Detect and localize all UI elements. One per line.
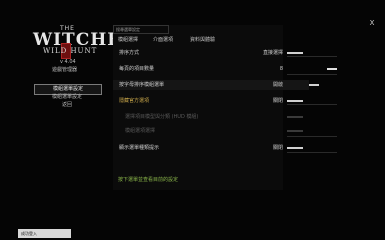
search-input[interactable]: 搜尋選單設定 [113, 25, 169, 34]
setting-value: 關閉 [272, 145, 283, 151]
divider [287, 152, 337, 153]
hint-text: 按下選單並查看目前的設定 [118, 177, 179, 183]
toast-notification: 成功登入 [18, 229, 71, 238]
sidebar: THE WITCHER WILD HUNT v 4.04 遊戲管理器 模組選單設… [0, 0, 135, 240]
setting-label: 顯示選單種類提示 [119, 145, 160, 151]
setting-row-sort[interactable]: 排序方式 直接選擇 [113, 48, 309, 58]
close-button[interactable]: X [366, 17, 378, 29]
setting-row-hide-official[interactable]: 隱藏官方選項 關閉 [113, 96, 309, 106]
app-subtitle: 遊戲管理器 [52, 67, 78, 73]
setting-slider[interactable] [309, 84, 319, 86]
setting-slider [287, 130, 303, 132]
setting-row-mod-option: 模組選項選擇 [113, 126, 309, 136]
setting-slider[interactable] [287, 52, 303, 54]
divider [287, 104, 337, 105]
setting-label: 按字母排序模組選單 [119, 82, 165, 88]
setting-label: 隱藏官方選項 [119, 98, 150, 104]
setting-slider [287, 116, 303, 118]
setting-value: 直接選擇 [262, 50, 283, 56]
scroll-knob[interactable] [327, 68, 337, 70]
setting-slider[interactable] [287, 147, 303, 149]
setting-value: 開啟 [272, 82, 283, 88]
setting-row-items-per-page[interactable]: 每頁的項目數量 8 [113, 64, 309, 74]
tab-data[interactable]: 資料與體驗 [190, 36, 215, 43]
divider [287, 56, 337, 57]
logo-subtitle: WILD HUNT [43, 47, 98, 55]
setting-label: 每頁的項目數量 [119, 66, 155, 72]
setting-value: 8 [279, 66, 283, 72]
divider [287, 74, 337, 75]
version-label: v 4.04 [60, 59, 76, 65]
setting-label: 選擇項目模型與分類 (HUD 模組) [125, 114, 199, 120]
menu-item-back[interactable]: 返回 [34, 101, 100, 110]
setting-row-menu-hints[interactable]: 顯示選單種類提示 關閉 [113, 143, 309, 153]
setting-value: 關閉 [272, 98, 283, 104]
setting-slider[interactable] [287, 100, 303, 102]
setting-row-alpha-sort[interactable]: 按字母排序模組選單 開啟 [113, 80, 319, 90]
setting-row-hud-model: 選擇項目模型與分類 (HUD 模組) [113, 112, 309, 122]
tab-interface[interactable]: 介面選項 [153, 36, 173, 43]
tab-mod-select[interactable]: 模組選擇 [118, 36, 138, 43]
divider [287, 136, 337, 137]
setting-label: 排序方式 [119, 50, 140, 56]
setting-label: 模組選項選擇 [125, 128, 156, 134]
